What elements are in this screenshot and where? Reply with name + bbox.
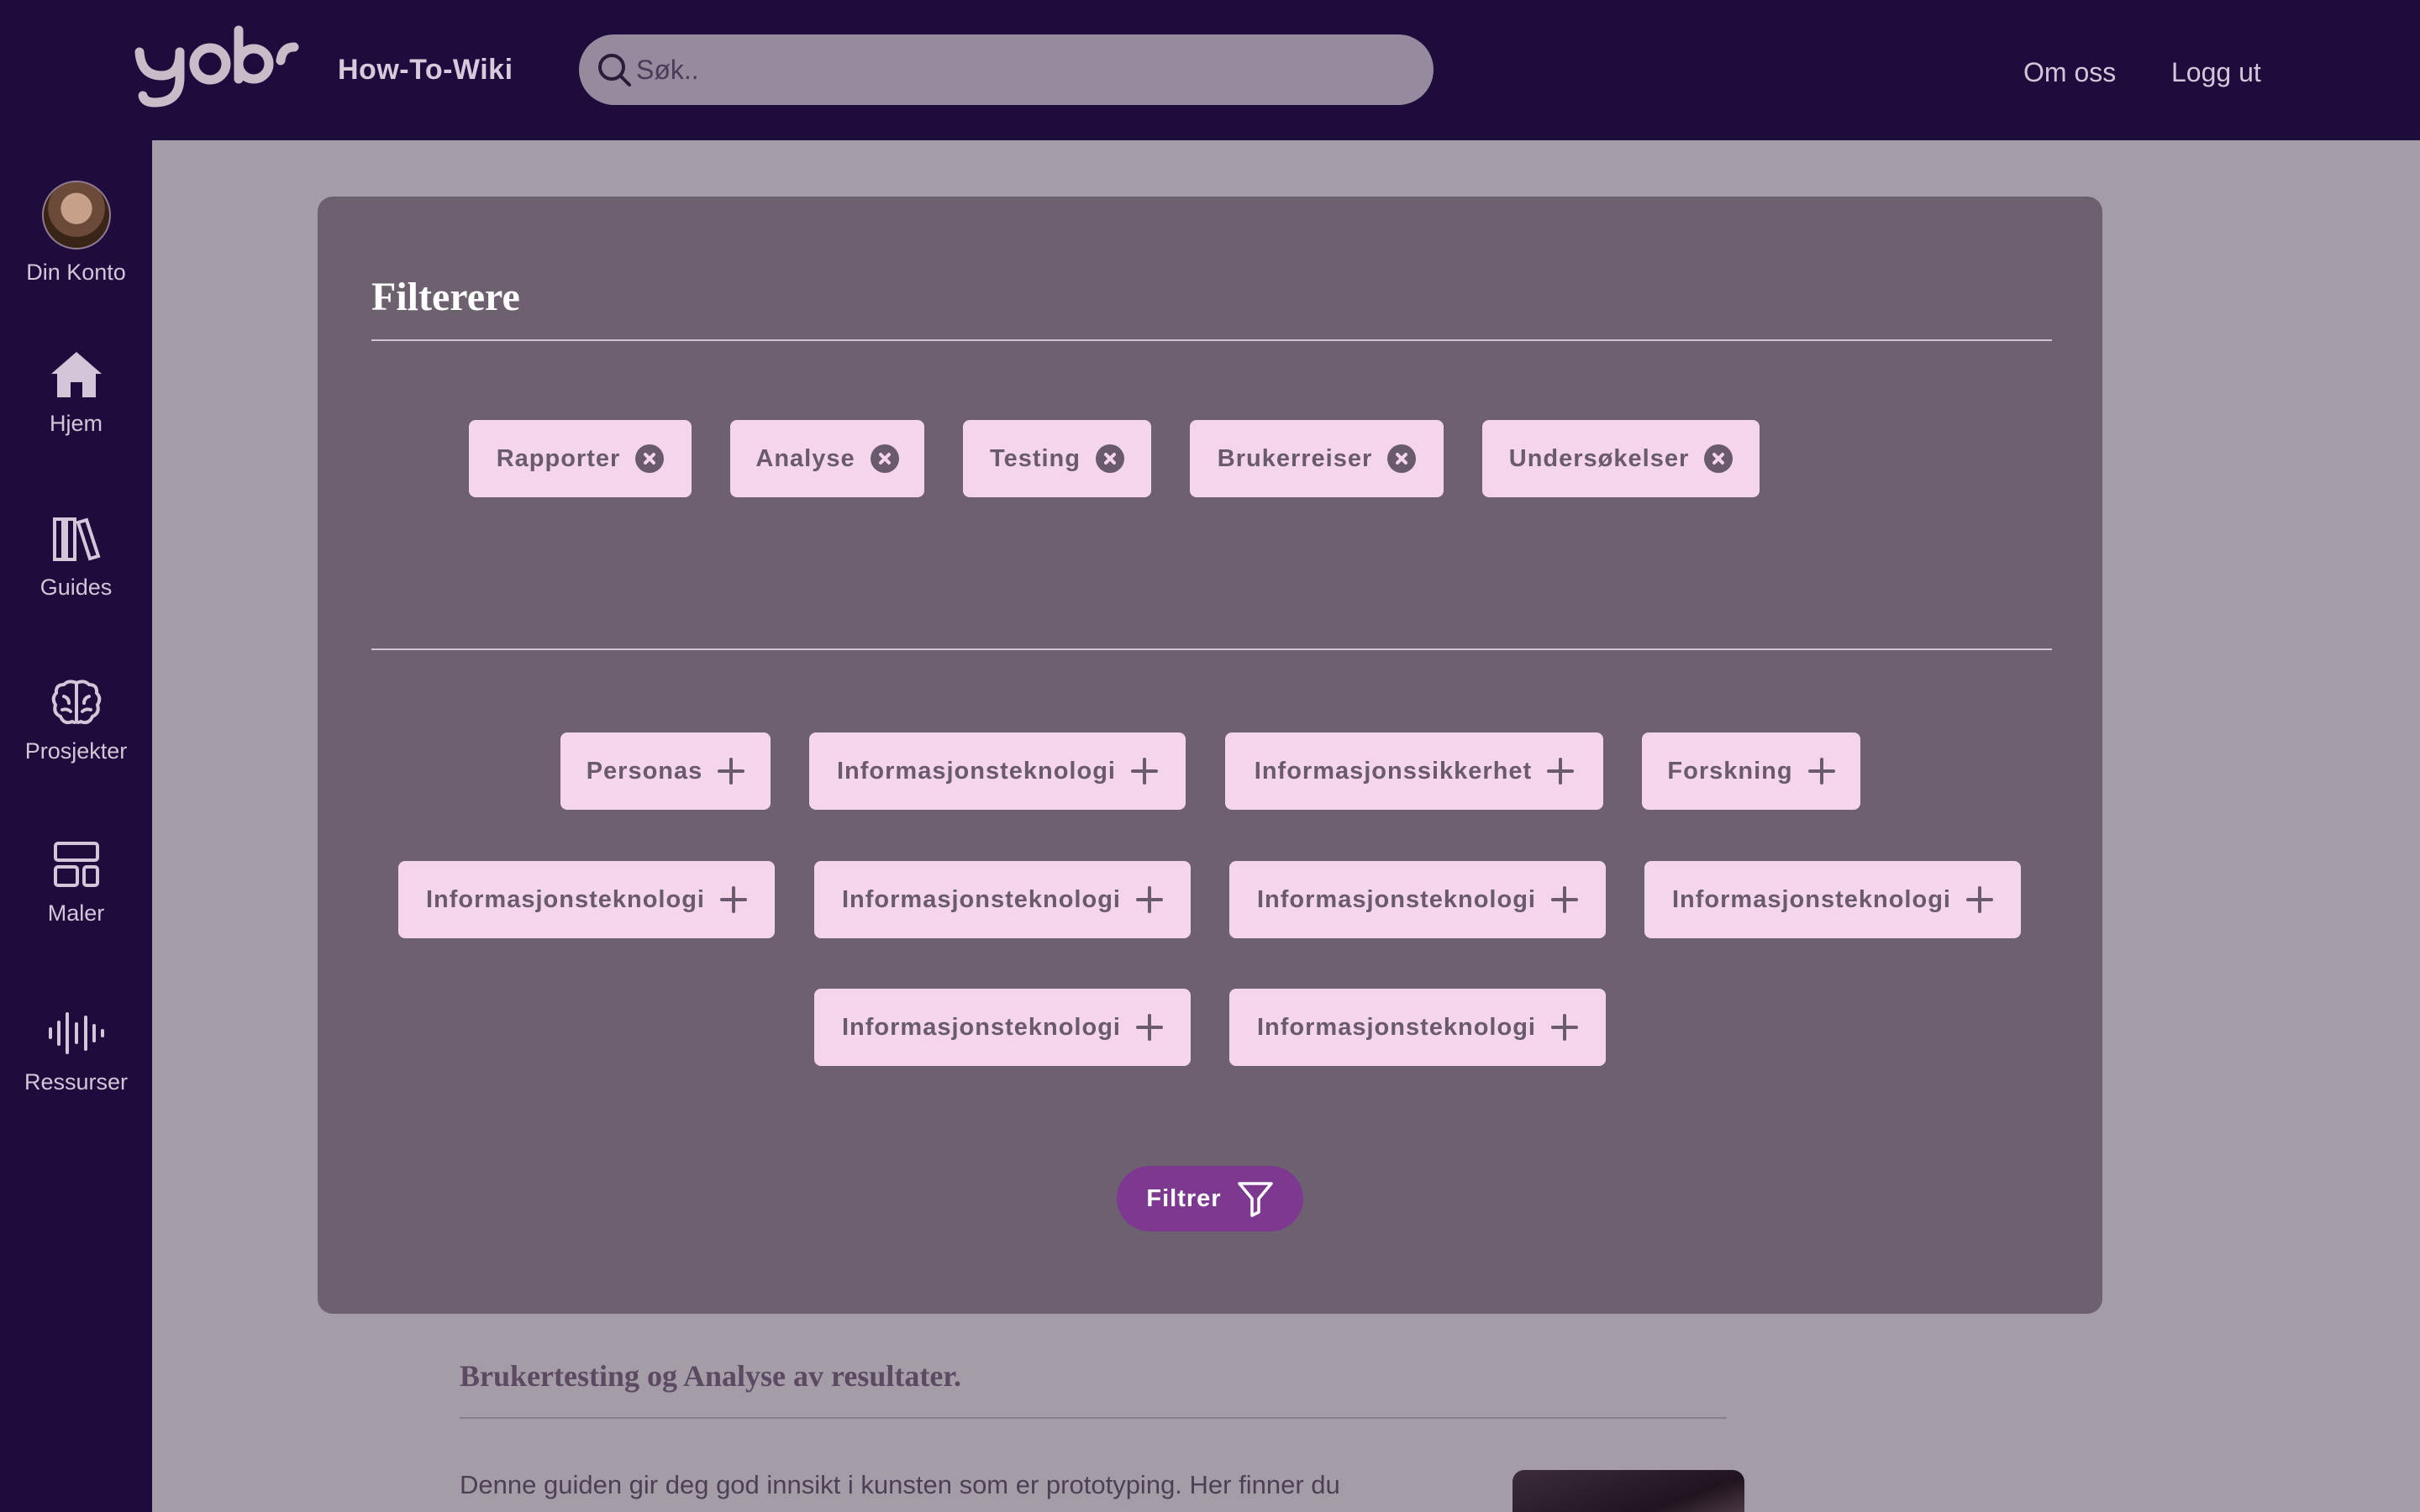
yobr-logo[interactable] — [133, 24, 301, 116]
chip-label: Informasjonsteknologi — [1672, 885, 1951, 913]
filter-modal: Filterere Rapporter Analyse Testing Bruk… — [318, 197, 2102, 1314]
sidebar-item-label: Hjem — [49, 411, 103, 436]
sidebar: Din Konto Hjem Guides Prosjekter Maler R… — [0, 140, 152, 1512]
avatar — [41, 181, 111, 249]
selected-filter-chip[interactable]: Brukerreiser — [1190, 420, 1444, 497]
sidebar-item-label: Din Konto — [26, 260, 126, 285]
sidebar-item-projects[interactable]: Prosjekter — [0, 678, 152, 764]
nav-logout-link[interactable]: Logg ut — [2171, 57, 2261, 88]
plus-icon — [1550, 886, 1578, 913]
brain-icon — [51, 680, 101, 725]
plus-icon — [1965, 886, 1993, 913]
remove-icon[interactable] — [635, 444, 665, 473]
plus-icon — [1135, 1014, 1163, 1041]
chip-label: Undersøkelser — [1508, 444, 1690, 472]
filter-button-label: Filtrer — [1146, 1184, 1222, 1212]
available-filter-chip[interactable]: Informasjonsteknologi — [1644, 861, 2021, 938]
modal-title: Filterere — [371, 275, 520, 319]
soundwave-icon — [48, 1012, 104, 1054]
chip-label: Rapporter — [496, 444, 621, 472]
chip-label: Analyse — [755, 444, 855, 472]
home-icon — [50, 352, 102, 397]
guide-description: Denne guiden gir deg god innsikt i kunst… — [460, 1470, 1340, 1499]
available-filter-chip[interactable]: Informasjonsteknologi — [809, 732, 1186, 810]
search-input[interactable] — [636, 34, 1409, 105]
search-icon — [598, 54, 631, 87]
available-filter-chip[interactable]: Informasjonsteknologi — [814, 861, 1191, 938]
chip-label: Informasjonsteknologi — [1257, 885, 1536, 913]
available-filter-chip[interactable]: Informasjonsteknologi — [1229, 861, 1606, 938]
layout-icon — [53, 842, 99, 887]
nav-about-link[interactable]: Om oss — [2023, 57, 2116, 88]
divider — [371, 339, 2052, 341]
plus-icon — [1130, 758, 1158, 785]
plus-icon — [718, 758, 745, 785]
available-filter-chip[interactable]: Informasjonssikkerhet — [1225, 732, 1603, 810]
sidebar-item-templates[interactable]: Maler — [0, 840, 152, 927]
plus-icon — [1547, 758, 1575, 785]
sidebar-item-label: Guides — [39, 575, 113, 600]
available-filter-chip[interactable]: Forskning — [1642, 732, 1860, 810]
plus-icon — [719, 886, 747, 913]
guide-title[interactable]: Brukertesting og Analyse av resultater. — [460, 1358, 961, 1394]
guide-thumbnail — [1512, 1470, 1744, 1512]
funnel-icon — [1237, 1182, 1273, 1217]
selected-filter-chip[interactable]: Rapporter — [469, 420, 692, 497]
top-bar: How-To-Wiki Om oss Logg ut — [0, 0, 2420, 140]
sidebar-item-guides[interactable]: Guides — [0, 514, 152, 601]
available-filter-chip[interactable]: Informasjonsteknologi — [1229, 989, 1606, 1066]
chip-label: Informasjonsteknologi — [842, 1013, 1121, 1041]
sidebar-item-resources[interactable]: Ressurser — [0, 1009, 152, 1095]
plus-icon — [1550, 1014, 1578, 1041]
chip-label: Informasjonssikkerhet — [1254, 757, 1533, 785]
apply-filter-button[interactable]: Filtrer — [1117, 1166, 1303, 1231]
app-title[interactable]: How-To-Wiki — [338, 54, 513, 87]
chip-label: Personas — [586, 757, 703, 785]
sidebar-item-label: Prosjekter — [24, 738, 128, 764]
available-filter-chip[interactable]: Informasjonsteknologi — [398, 861, 775, 938]
chip-label: Informasjonsteknologi — [426, 885, 705, 913]
remove-icon[interactable] — [1095, 444, 1124, 473]
sidebar-item-home[interactable]: Hjem — [0, 350, 152, 437]
books-icon — [52, 517, 101, 561]
chip-label: Forskning — [1667, 757, 1793, 785]
divider — [371, 648, 2052, 650]
plus-icon — [1807, 758, 1835, 785]
search-bar[interactable] — [579, 34, 1434, 105]
available-filter-chip[interactable]: Personas — [560, 732, 771, 810]
chip-label: Testing — [990, 444, 1081, 472]
selected-filter-chip[interactable]: Undersøkelser — [1482, 420, 1760, 497]
available-filter-chip[interactable]: Informasjonsteknologi — [814, 989, 1191, 1066]
selected-filter-chip[interactable]: Testing — [963, 420, 1151, 497]
remove-icon[interactable] — [1387, 444, 1417, 473]
chip-label: Informasjonsteknologi — [842, 885, 1121, 913]
sidebar-item-account[interactable]: Din Konto — [0, 181, 152, 286]
remove-icon[interactable] — [870, 444, 899, 473]
divider — [460, 1417, 1727, 1419]
chip-label: Informasjonsteknologi — [1257, 1013, 1536, 1041]
chip-label: Brukerreiser — [1217, 444, 1373, 472]
plus-icon — [1135, 886, 1163, 913]
remove-icon[interactable] — [1704, 444, 1733, 473]
sidebar-item-label: Maler — [47, 900, 105, 926]
sidebar-item-label: Ressurser — [24, 1069, 129, 1095]
chip-label: Informasjonsteknologi — [837, 757, 1116, 785]
selected-filter-chip[interactable]: Analyse — [730, 420, 924, 497]
